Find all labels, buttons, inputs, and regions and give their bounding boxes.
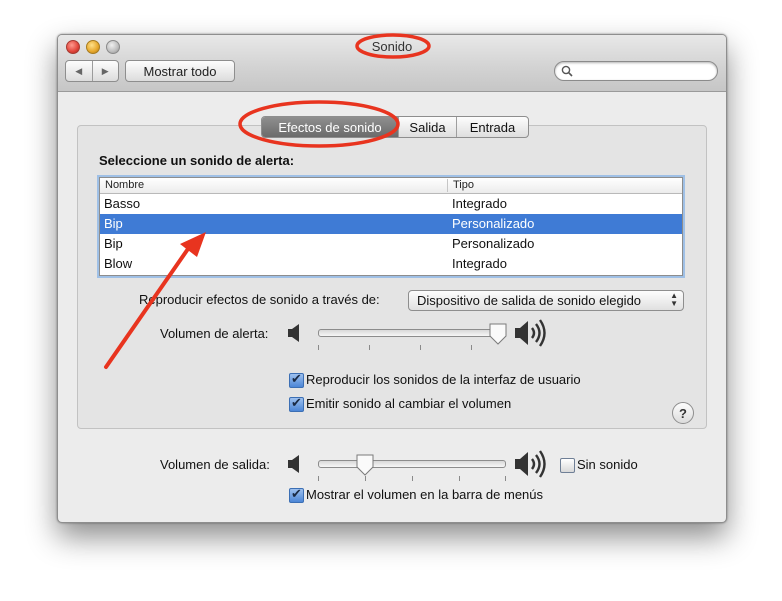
updown-arrows-icon: ▲ ▼ — [670, 291, 678, 308]
output-volume-slider-track[interactable] — [318, 460, 506, 468]
row-name: Bip — [104, 216, 123, 231]
nav-buttons: ◀ ▶ — [65, 60, 119, 82]
row-type: Integrado — [452, 196, 507, 211]
row-type: Personalizado — [452, 216, 535, 231]
search-field[interactable] — [554, 61, 718, 81]
tab-bar: Efectos de sonido Salida Entrada — [261, 116, 529, 138]
table-row-selected[interactable]: Bip Personalizado — [100, 214, 682, 234]
alert-volume-slider-knob[interactable] — [489, 323, 507, 345]
table-row[interactable]: Blow Integrado — [100, 254, 682, 274]
tab-output[interactable]: Salida — [399, 117, 457, 137]
menu-bar-volume-checkbox[interactable]: ✔ — [289, 486, 304, 503]
table-row[interactable]: Bip Personalizado — [100, 234, 682, 254]
checkmark-icon: ✔ — [291, 371, 302, 386]
alert-sound-table: Nombre Tipo Basso Integrado Bip Personal… — [99, 177, 683, 276]
window-title: Sonido — [371, 39, 413, 54]
output-volume-ticks — [318, 476, 506, 481]
row-type: Personalizado — [452, 236, 535, 251]
table-header: Nombre Tipo — [100, 178, 682, 194]
speaker-high-icon — [515, 319, 546, 347]
mute-label: Sin sonido — [577, 457, 638, 472]
checkmark-icon: ✔ — [291, 486, 302, 501]
forward-arrow-icon[interactable]: ▶ — [93, 61, 119, 81]
table-row[interactable]: Basso Integrado — [100, 194, 682, 214]
search-icon — [561, 65, 573, 77]
output-volume-slider-knob[interactable] — [356, 454, 374, 476]
ui-sounds-label: Reproducir los sonidos de la interfaz de… — [306, 372, 581, 387]
column-divider — [447, 179, 448, 192]
menu-bar-volume-label: Mostrar el volumen en la barra de menús — [306, 487, 544, 502]
alert-volume-ticks — [318, 345, 500, 350]
search-input[interactable] — [577, 63, 713, 79]
volume-feedback-checkbox[interactable]: ✔ — [289, 395, 304, 412]
mute-checkbox[interactable] — [560, 458, 575, 473]
row-type: Integrado — [452, 256, 507, 271]
preferences-window: Sonido ◀ ▶ Mostrar todo Efectos de sonid… — [57, 34, 727, 523]
show-all-button[interactable]: Mostrar todo — [125, 60, 235, 82]
speaker-high-icon — [515, 450, 546, 478]
row-name: Bip — [104, 236, 123, 251]
column-header-name[interactable]: Nombre — [105, 179, 144, 191]
volume-feedback-label: Emitir sonido al cambiar el volumen — [306, 396, 512, 411]
checkmark-icon: ✔ — [291, 395, 302, 410]
play-through-value: Dispositivo de salida de sonido elegido — [417, 293, 642, 308]
tab-sound-effects[interactable]: Efectos de sonido — [262, 117, 399, 137]
play-through-label: Reproducir efectos de sonido a través de… — [139, 292, 380, 307]
help-icon[interactable]: ? — [672, 402, 694, 424]
tab-input[interactable]: Entrada — [457, 117, 528, 137]
alert-volume-slider-track[interactable] — [318, 329, 500, 337]
speaker-low-icon — [288, 324, 299, 342]
column-header-type[interactable]: Tipo — [453, 179, 474, 191]
ui-sounds-checkbox[interactable]: ✔ — [289, 371, 304, 388]
speaker-low-icon — [288, 455, 299, 473]
row-name: Basso — [104, 196, 141, 211]
title-bar: Sonido ◀ ▶ Mostrar todo — [58, 35, 726, 92]
output-volume-label: Volumen de salida: — [160, 457, 270, 472]
play-through-select[interactable]: Dispositivo de salida de sonido elegido … — [408, 290, 684, 311]
back-arrow-icon[interactable]: ◀ — [66, 61, 93, 81]
alert-sound-heading: Seleccione un sonido de alerta: — [99, 153, 295, 168]
row-name: Blow — [104, 256, 133, 271]
alert-volume-label: Volumen de alerta: — [160, 326, 269, 341]
